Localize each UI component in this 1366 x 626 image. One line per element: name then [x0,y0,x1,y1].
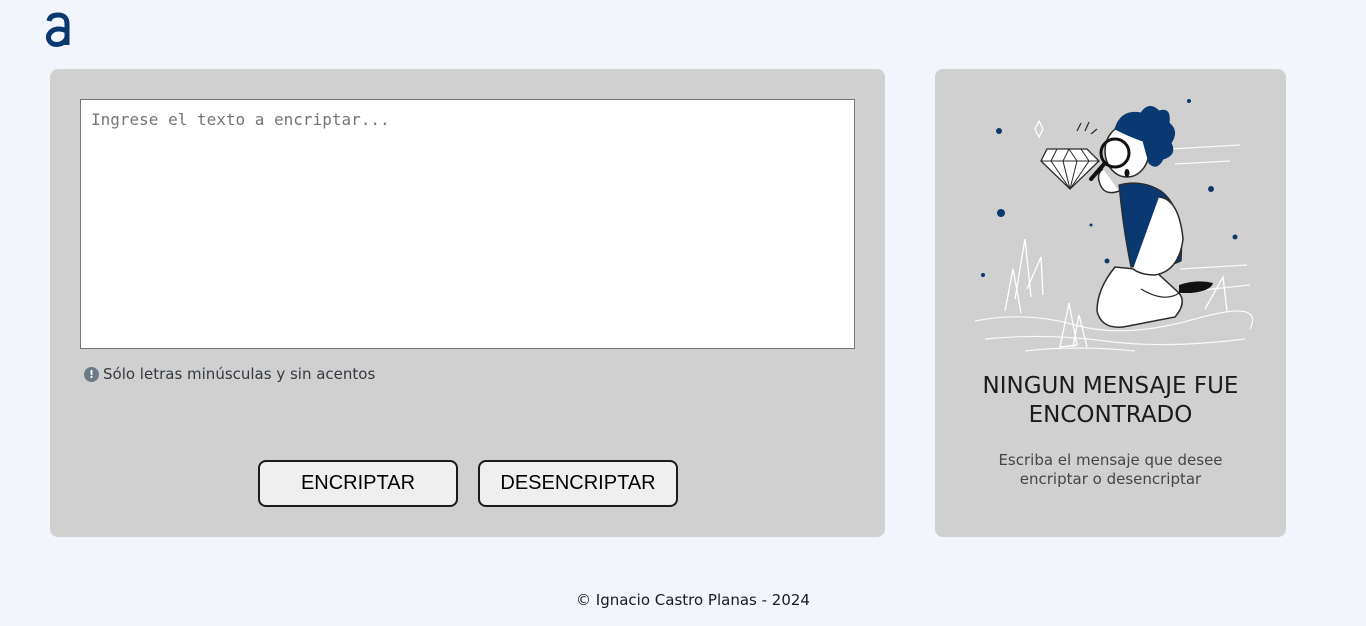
encrypt-button[interactable]: ENCRIPTAR [258,460,458,507]
hint-text: Sólo letras minúsculas y sin acentos [103,365,376,383]
result-title: NINGUN MENSAJE FUE ENCONTRADO [982,373,1239,428]
message-input[interactable] [80,99,855,349]
decrypt-button[interactable]: DESENCRIPTAR [478,460,678,507]
input-hint: ! Sólo letras minúsculas y sin acentos [84,365,375,383]
input-panel: ! Sólo letras minúsculas y sin acentos E… [50,69,885,537]
exclamation-circle-icon: ! [84,366,99,382]
footer-copyright: © Ignacio Castro Planas - 2024 [576,591,810,609]
alura-logo-icon[interactable] [44,12,72,48]
person-with-magnifying-glass-illustration [974,99,1254,352]
result-panel: NINGUN MENSAJE FUE ENCONTRADO Escriba el… [935,69,1286,537]
result-description: Escriba el mensaje que desee encriptar o… [998,451,1223,488]
